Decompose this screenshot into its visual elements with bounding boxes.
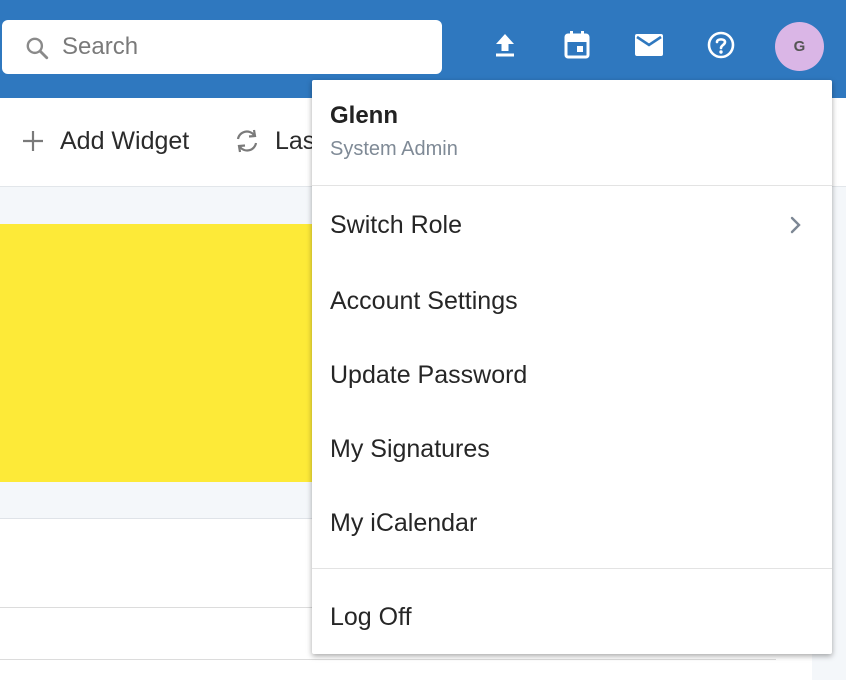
menu-divider (312, 568, 832, 569)
user-role: System Admin (330, 138, 458, 160)
refresh-icon (236, 129, 258, 153)
menu-item-my-signatures[interactable]: My Signatures (312, 419, 832, 479)
menu-item-label: My Signatures (330, 434, 490, 463)
row-divider (0, 659, 776, 660)
dashboard-widget-card (0, 224, 330, 482)
plus-icon (23, 131, 43, 151)
upload-icon (496, 34, 514, 57)
search-input[interactable] (62, 20, 432, 74)
mail-icon (635, 34, 663, 56)
add-widget-button[interactable]: Add Widget (20, 124, 189, 158)
search-icon (26, 37, 49, 60)
menu-item-label: Update Password (330, 360, 528, 389)
menu-item-label: Log Off (330, 602, 412, 631)
user-dropdown-menu: Glenn System Admin Switch Role Account S… (312, 80, 832, 654)
mail-button[interactable] (634, 30, 664, 60)
last-refresh-button[interactable]: Las (233, 124, 315, 158)
user-name: Glenn (330, 102, 399, 129)
last-refresh-label: Las (275, 126, 316, 155)
help-button[interactable] (706, 30, 736, 60)
menu-item-label: Switch Role (330, 210, 462, 239)
menu-item-label: Account Settings (330, 286, 518, 315)
menu-item-my-icalendar[interactable]: My iCalendar (312, 493, 832, 553)
calendar-icon (564, 31, 590, 59)
menu-item-label: My iCalendar (330, 508, 478, 537)
search-box[interactable] (2, 20, 442, 74)
menu-item-log-off[interactable]: Log Off (312, 587, 832, 647)
user-avatar[interactable]: G (775, 22, 824, 71)
menu-item-switch-role[interactable]: Switch Role (312, 195, 832, 255)
add-widget-label: Add Widget (60, 126, 190, 155)
chevron-right-icon (790, 216, 801, 234)
help-icon (707, 31, 735, 59)
upload-button[interactable] (490, 30, 520, 60)
menu-item-account-settings[interactable]: Account Settings (312, 271, 832, 331)
calendar-button[interactable] (562, 30, 592, 60)
menu-item-update-password[interactable]: Update Password (312, 345, 832, 405)
user-info-header: Glenn System Admin (312, 80, 832, 186)
